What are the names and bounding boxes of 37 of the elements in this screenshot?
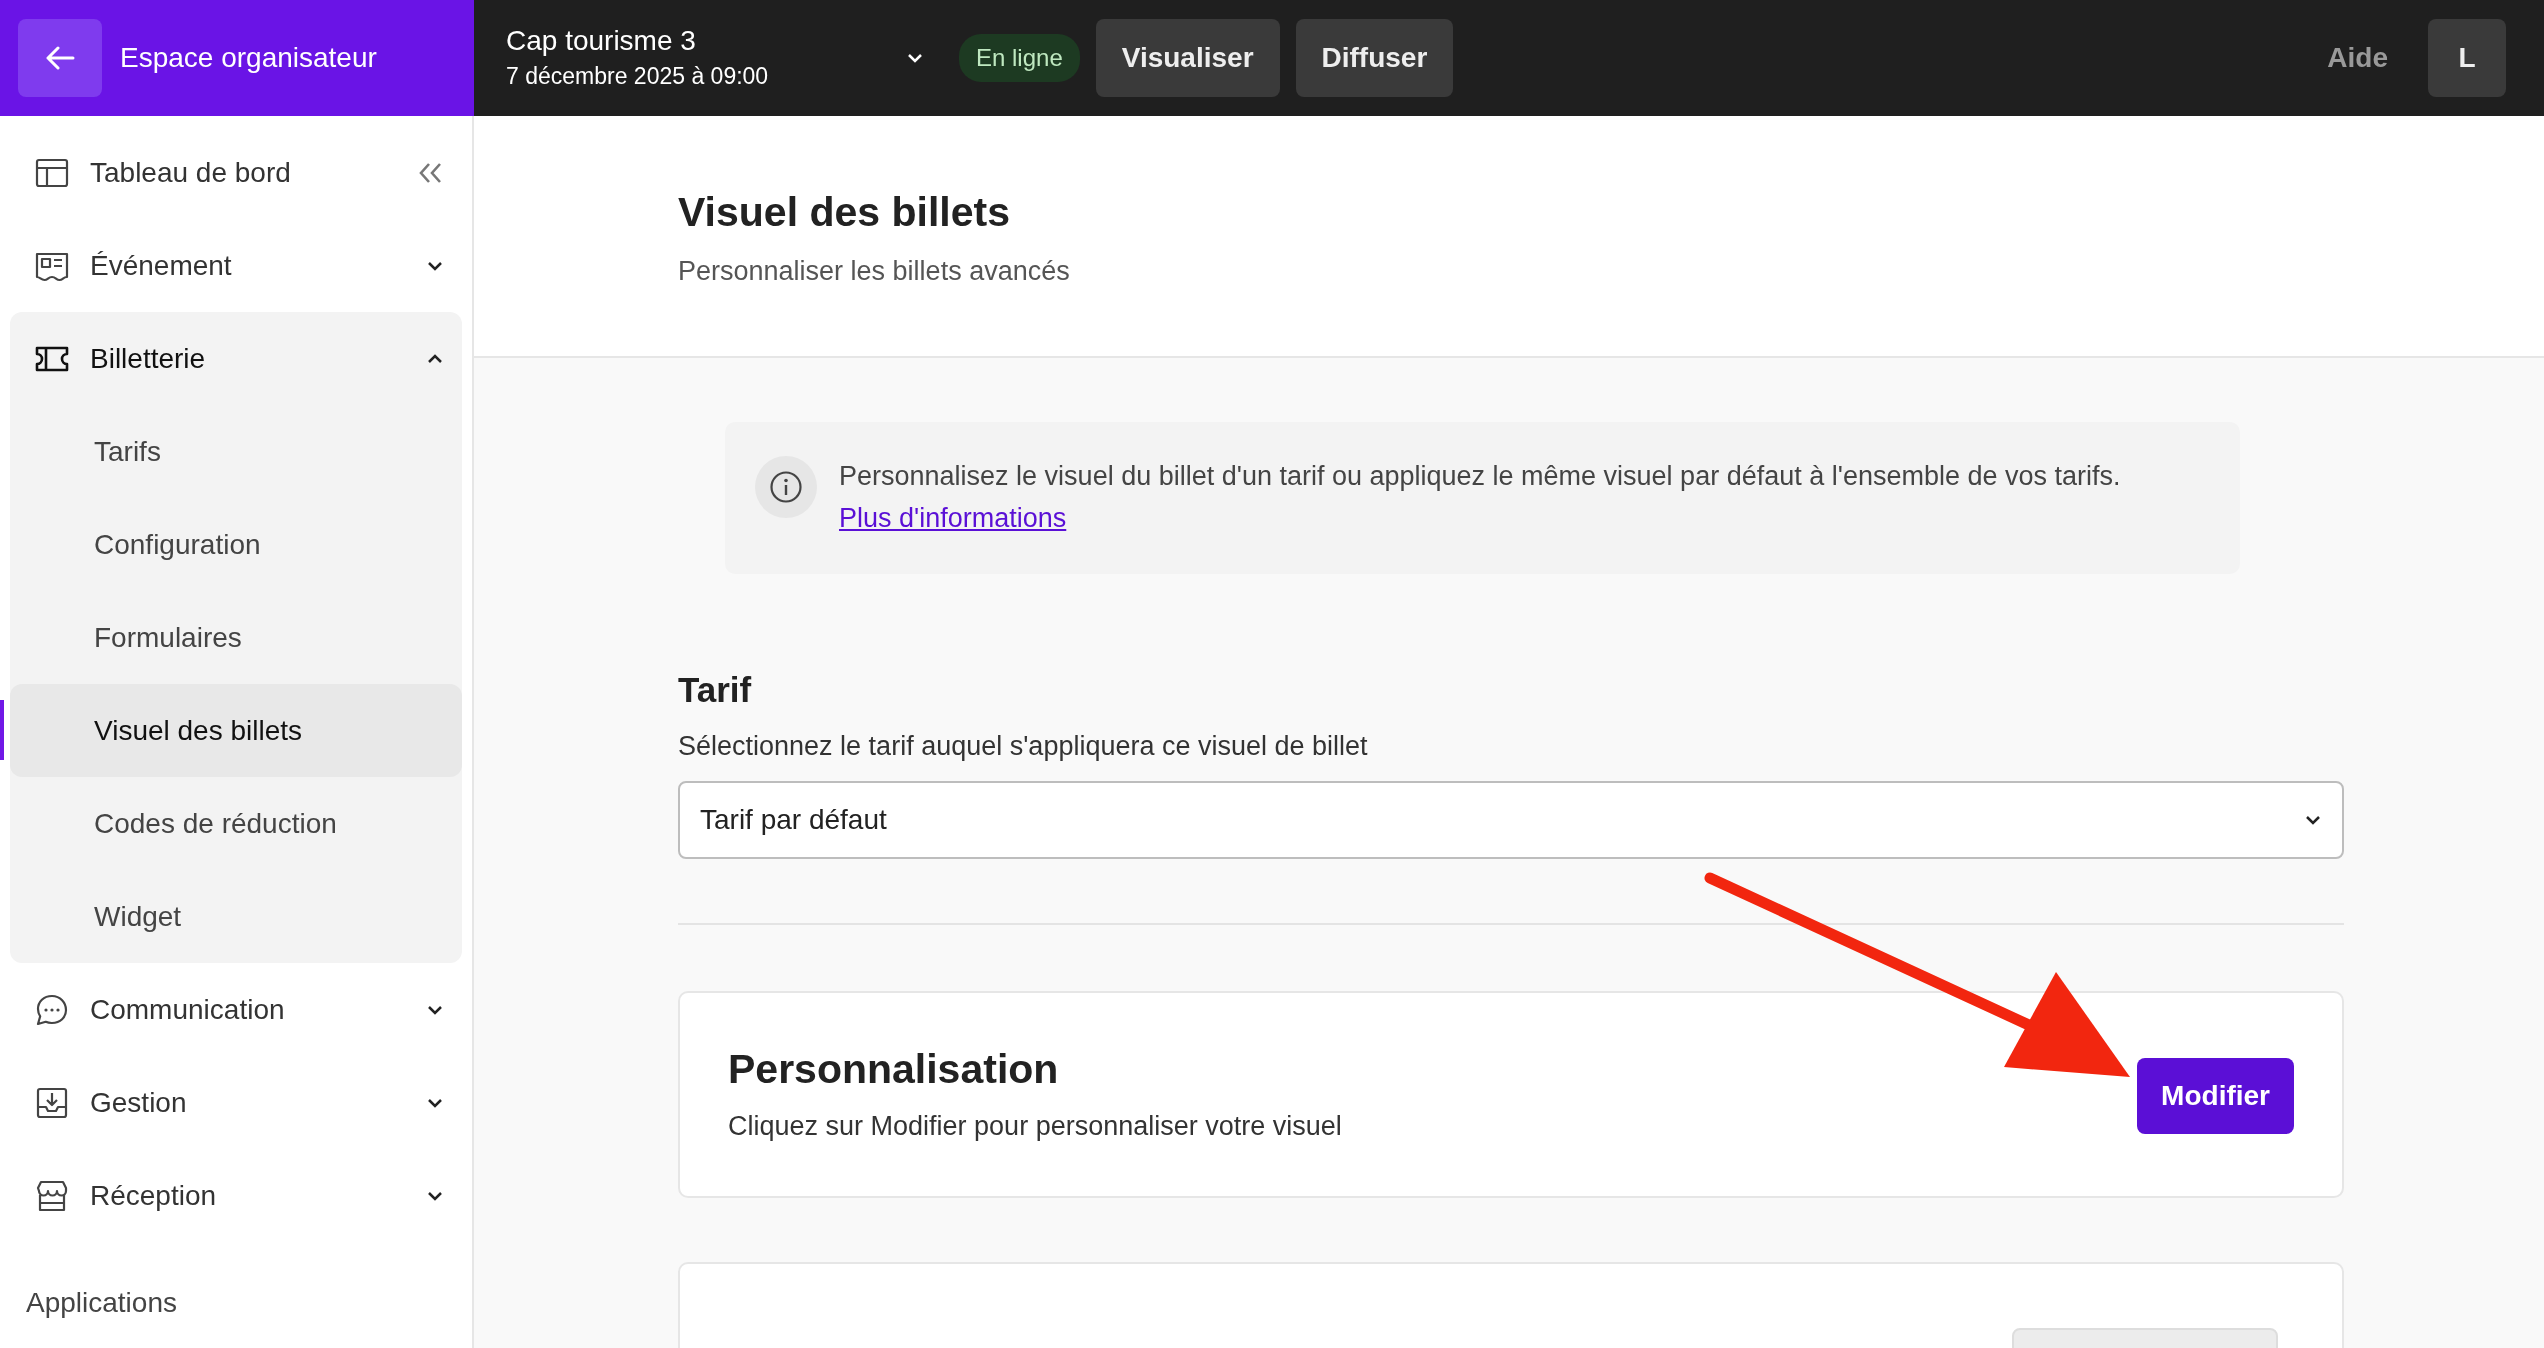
sidebar-subitem[interactable]: Visuel des billets (10, 684, 462, 777)
chevron-down-icon[interactable] (906, 52, 924, 64)
sidebar-item[interactable]: Communication (10, 963, 462, 1056)
toolbar-button[interactable]: Diffuser (1295, 19, 1454, 97)
more-info-link[interactable]: Plus d'informations (839, 502, 1067, 533)
sidebar-section-label: Applications (25, 1286, 178, 1320)
sidebar-item[interactable]: Billetterie (10, 312, 462, 405)
info-icon (769, 470, 803, 504)
sidebar-item[interactable]: Événement (10, 219, 462, 312)
card-text: Cliquez sur Modifier pour personnaliser votre visuel (728, 1109, 1342, 1143)
selection-indicator (0, 700, 4, 760)
tarif-select[interactable]: Tarif par défaut (678, 780, 2344, 859)
sidebar-item[interactable]: Réception (10, 1149, 462, 1242)
page-title: Visuel des billets (678, 188, 1011, 237)
event-date: 7 décembre 2025 à 09:00 (506, 61, 769, 91)
help-link[interactable]: Aide (2327, 37, 2388, 79)
sidebar-subitem[interactable]: Widget (10, 870, 462, 963)
toolbar-button[interactable]: Visualiser (1095, 19, 1280, 97)
event-title: Cap tourisme 3 (506, 23, 697, 58)
modify-button[interactable]: Modifier (2137, 1057, 2294, 1134)
sidebar-item[interactable]: Tableau de bord (10, 126, 462, 219)
user-avatar[interactable]: L (2428, 19, 2506, 97)
sidebar-subitem[interactable]: Configuration (10, 498, 462, 591)
arrow-left-icon (45, 46, 75, 70)
status-badge: En ligne (959, 34, 1080, 82)
sidebar-subitem[interactable]: Tarifs (10, 405, 462, 498)
card-title: Personnalisation (728, 1044, 1060, 1094)
section-title: Tarif (678, 668, 753, 711)
app-title: Espace organisateur (120, 41, 377, 75)
sidebar-subitem[interactable]: Formulaires (10, 591, 462, 684)
sidebar-item[interactable]: Gestion (10, 1056, 462, 1149)
notice-text: Personnalisez le visuel du billet d'un tarif ou appliquez le même visuel par défaut à l'ensemble de vos tarifs. (839, 461, 2121, 491)
page-subtitle: Personnaliser les billets avancés (678, 255, 1071, 289)
sidebar-subitem[interactable]: Codes de réduction (10, 777, 462, 870)
back-button[interactable] (18, 19, 102, 97)
chevron-down-icon (2304, 813, 2322, 826)
section-hint: Sélectionnez le tarif auquel s'appliquera ce visuel de billet (678, 730, 1369, 764)
